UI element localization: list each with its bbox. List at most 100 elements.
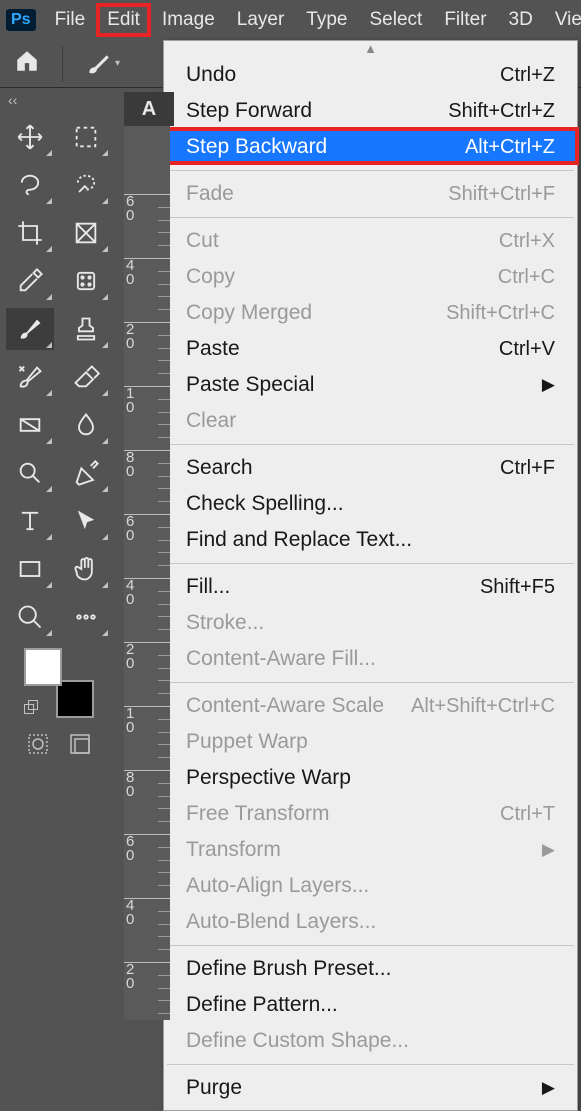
menuitem-step-forward[interactable]: Step ForwardShift+Ctrl+Z — [164, 93, 577, 129]
menuitem-define-pattern[interactable]: Define Pattern... — [164, 987, 577, 1023]
foreground-color-chip[interactable] — [24, 648, 62, 686]
flyout-indicator-icon — [102, 198, 108, 204]
menu-image[interactable]: Image — [151, 3, 226, 37]
marquee-tool[interactable] — [62, 116, 110, 158]
menuitem-shortcut: Ctrl+C — [498, 266, 555, 289]
document-tab[interactable]: A — [124, 92, 174, 126]
ruler-vertical: 60402010806040201080604020 — [124, 150, 170, 1020]
menuitem-purge[interactable]: Purge▶ — [164, 1070, 577, 1106]
swap-colors-icon[interactable] — [24, 698, 40, 714]
menu-separator — [167, 170, 574, 171]
flyout-indicator-icon — [102, 390, 108, 396]
menuitem-label: Auto-Blend Layers... — [186, 910, 376, 934]
brush-icon[interactable]: ▾ — [85, 51, 120, 77]
history-brush-tool[interactable] — [6, 356, 54, 398]
menuitem-label: Search — [186, 456, 253, 480]
menu-3d[interactable]: 3D — [498, 3, 544, 37]
menuitem-label: Stroke... — [186, 611, 264, 635]
menuitem-label: Find and Replace Text... — [186, 528, 412, 552]
toolbox — [0, 110, 118, 767]
flyout-indicator-icon — [46, 438, 52, 444]
menuitem-check-spelling[interactable]: Check Spelling... — [164, 486, 577, 522]
menuitem-stroke: Stroke... — [164, 605, 577, 641]
menuitem-auto-align-layers: Auto-Align Layers... — [164, 868, 577, 904]
menuitem-shortcut: Ctrl+F — [500, 457, 555, 480]
color-chips[interactable] — [24, 648, 94, 718]
brush-tool[interactable] — [6, 308, 54, 350]
menuitem-shortcut: Shift+F5 — [480, 576, 555, 599]
submenu-arrow-icon: ▶ — [532, 840, 555, 860]
path-select-tool[interactable] — [62, 500, 110, 542]
menuitem-define-brush-preset[interactable]: Define Brush Preset... — [164, 951, 577, 987]
menu-type[interactable]: Type — [295, 3, 358, 37]
flyout-indicator-icon — [102, 630, 108, 636]
dodge-tool[interactable] — [6, 452, 54, 494]
gradient-tool[interactable] — [6, 404, 54, 446]
menuitem-paste-special[interactable]: Paste Special▶ — [164, 367, 577, 403]
menuitem-label: Content-Aware Fill... — [186, 647, 376, 671]
menuitem-shortcut: Alt+Ctrl+Z — [465, 136, 555, 159]
menu-file[interactable]: File — [44, 3, 97, 37]
flyout-indicator-icon — [46, 582, 52, 588]
menu-vie[interactable]: Vie — [544, 3, 581, 37]
move-tool[interactable] — [6, 116, 54, 158]
menuitem-undo[interactable]: Undo Ctrl+Z — [164, 57, 577, 93]
screen-mode-icon[interactable] — [68, 732, 92, 761]
menuitem-label: Step Forward — [186, 99, 312, 123]
quick-select-tool[interactable] — [62, 164, 110, 206]
menuitem-shortcut: Ctrl+Z — [500, 64, 555, 87]
menuitem-label: Define Brush Preset... — [186, 957, 391, 981]
menuitem-label: Content-Aware Scale — [186, 694, 384, 718]
menuitem-search[interactable]: Search Ctrl+F — [164, 450, 577, 486]
hand-tool[interactable] — [62, 548, 110, 590]
tool-panel-collapse-icon[interactable]: ‹‹ — [8, 92, 17, 108]
menuitem-perspective-warp[interactable]: Perspective Warp — [164, 760, 577, 796]
pen-tool[interactable] — [62, 452, 110, 494]
menu-filter[interactable]: Filter — [433, 3, 497, 37]
menuitem-label: Copy Merged — [186, 301, 312, 325]
menuitem-label: Define Custom Shape... — [186, 1029, 409, 1053]
rectangle-tool[interactable] — [6, 548, 54, 590]
stamp-tool[interactable] — [62, 308, 110, 350]
flyout-indicator-icon — [46, 294, 52, 300]
menuitem-copy-merged: Copy MergedShift+Ctrl+C — [164, 295, 577, 331]
menu-layer[interactable]: Layer — [226, 3, 296, 37]
crop-tool[interactable] — [6, 212, 54, 254]
menuitem-auto-blend-layers: Auto-Blend Layers... — [164, 904, 577, 940]
menuitem-puppet-warp: Puppet Warp — [164, 724, 577, 760]
menuitem-label: Step Backward — [186, 135, 327, 159]
flyout-indicator-icon — [46, 486, 52, 492]
menuitem-copy: CopyCtrl+C — [164, 259, 577, 295]
flyout-indicator-icon — [46, 150, 52, 156]
flyout-indicator-icon — [46, 390, 52, 396]
divider — [62, 46, 63, 82]
blur-tool[interactable] — [62, 404, 110, 446]
type-tool[interactable] — [6, 500, 54, 542]
eraser-tool[interactable] — [62, 356, 110, 398]
home-icon[interactable] — [14, 48, 40, 79]
eyedropper-tool[interactable] — [6, 260, 54, 302]
frame-tool[interactable] — [62, 212, 110, 254]
flyout-indicator-icon — [102, 150, 108, 156]
menuitem-paste[interactable]: PasteCtrl+V — [164, 331, 577, 367]
lasso-tool[interactable] — [6, 164, 54, 206]
more-tool[interactable] — [62, 596, 110, 638]
patch-tool[interactable] — [62, 260, 110, 302]
chevron-down-icon: ▾ — [115, 58, 120, 69]
menuitem-label: Auto-Align Layers... — [186, 874, 369, 898]
quick-mask-icon[interactable] — [26, 732, 50, 761]
menuitem-step-backward[interactable]: Step Backward Alt+Ctrl+Z — [164, 129, 577, 165]
submenu-arrow-icon: ▶ — [532, 1078, 555, 1098]
menu-select[interactable]: Select — [359, 3, 434, 37]
menuitem-fill[interactable]: Fill...Shift+F5 — [164, 569, 577, 605]
menuitem-label: Paste — [186, 337, 240, 361]
menuitem-label: Puppet Warp — [186, 730, 308, 754]
flyout-indicator-icon — [46, 198, 52, 204]
menuitem-shortcut: Alt+Shift+Ctrl+C — [411, 695, 555, 718]
menuitem-label: Undo — [186, 63, 236, 87]
menu-edit[interactable]: Edit — [96, 3, 151, 37]
menuitem-find-and-replace-text[interactable]: Find and Replace Text... — [164, 522, 577, 558]
zoom-tool[interactable] — [6, 596, 54, 638]
scroll-up-arrow-icon[interactable]: ▲ — [164, 41, 577, 57]
menuitem-label: Cut — [186, 229, 219, 253]
